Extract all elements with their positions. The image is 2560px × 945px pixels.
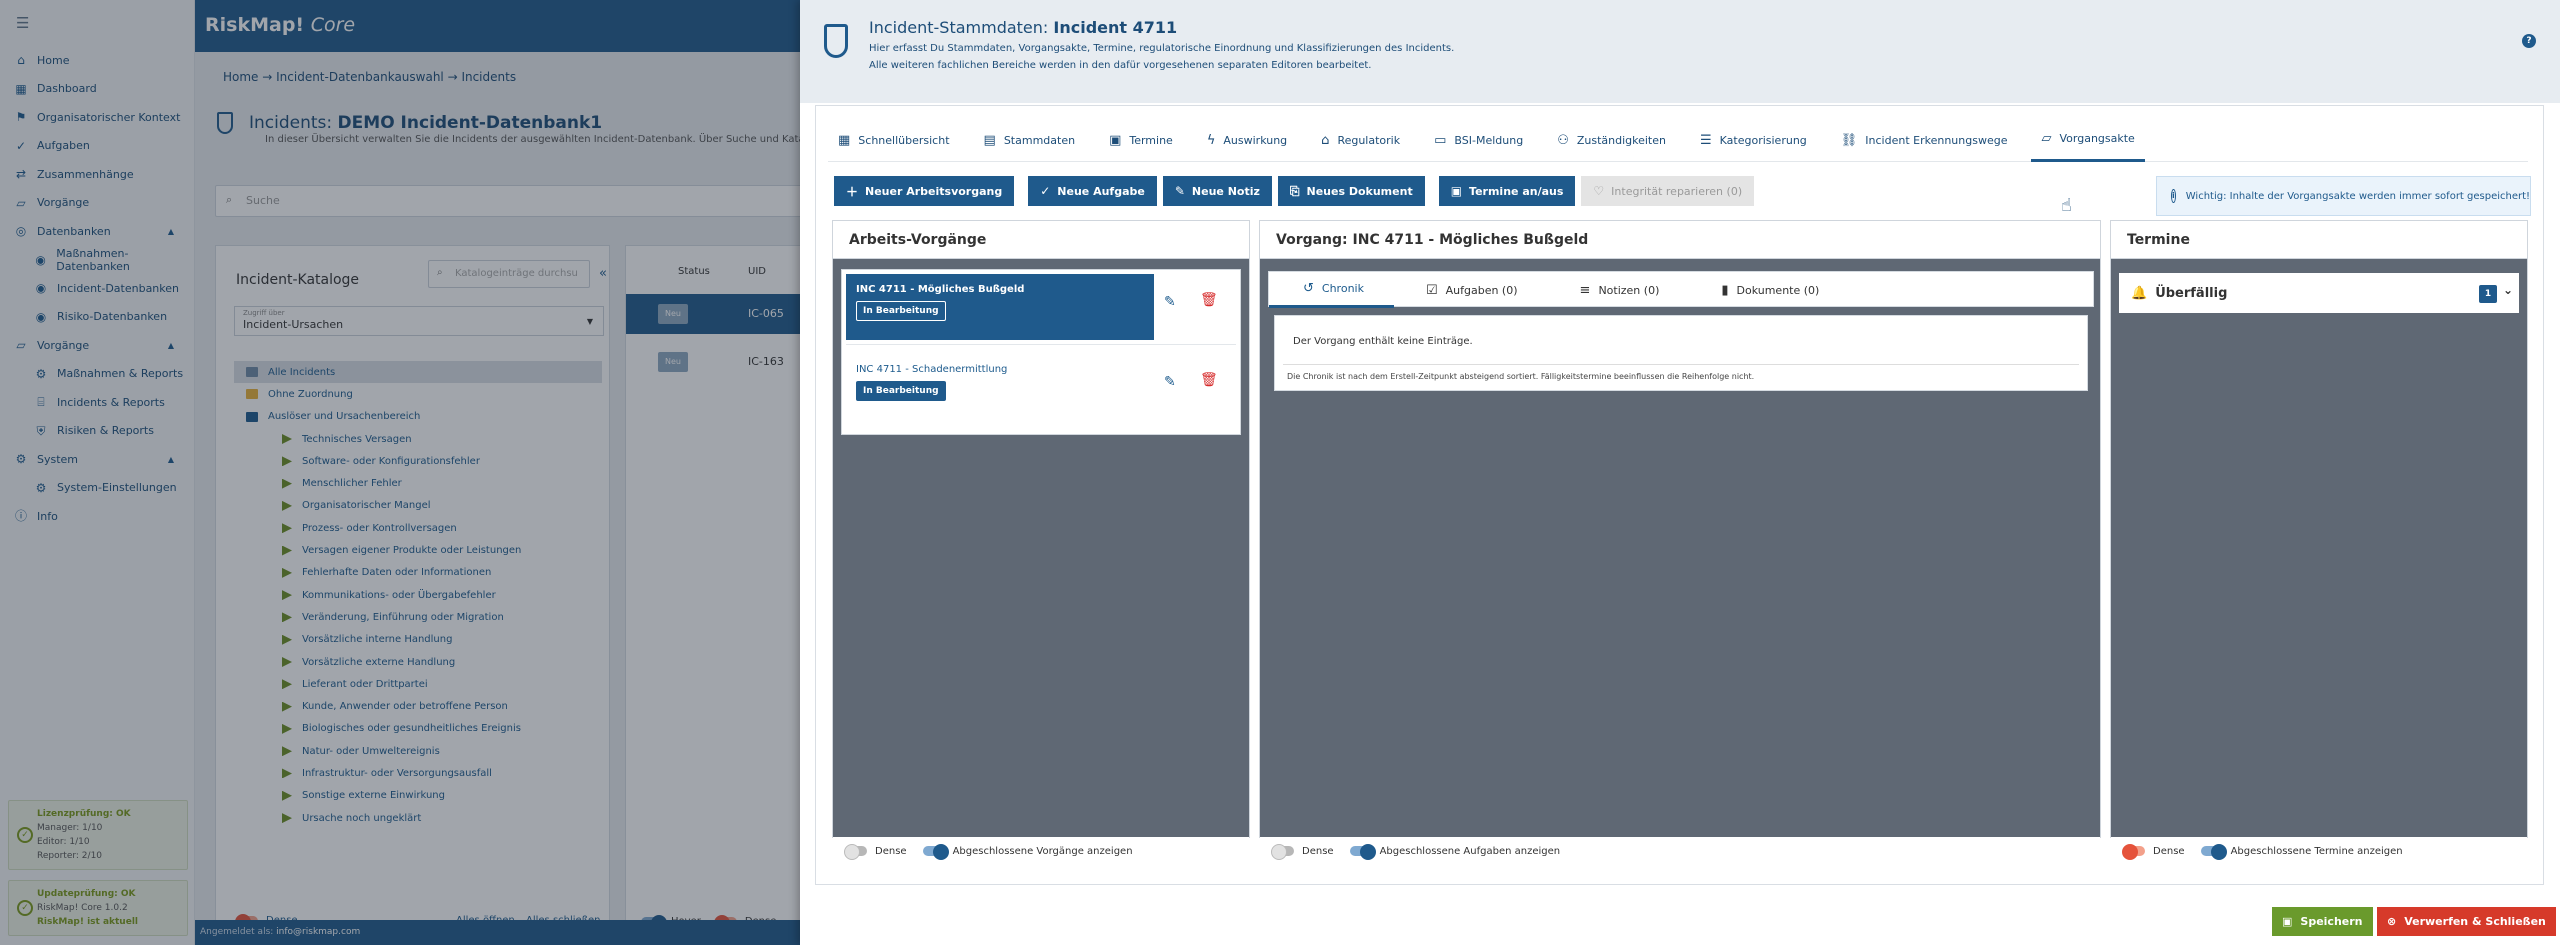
- empty-message: Der Vorgang enthält keine Einträge.: [1293, 336, 1473, 347]
- detail-tabs: ↺ Chronik ☑ Aufgaben (0) ≡ Notizen (0) ▮ Dokume…: [1268, 271, 2094, 308]
- bell-icon: 🔔: [2131, 285, 2148, 301]
- chronicle: Der Vorgang enthält keine Einträge. Die …: [1274, 315, 2088, 391]
- overview-icon: ▦: [838, 132, 851, 148]
- show-closed-tasks-toggle[interactable]: [1349, 844, 1376, 860]
- list-item[interactable]: INC 4711 - Schadenermittlung In Bearbeit…: [846, 354, 1154, 420]
- tab-stammdaten[interactable]: ▤ Stammdaten: [974, 118, 1086, 162]
- people-icon: ⚇: [1557, 132, 1569, 148]
- tab-bar: ▦ Schnellübersicht ▤ Stammdaten ▣ Termine ϟ Aus…: [828, 118, 2528, 162]
- info-banner: i Wichtig: Inhalte der Vorgangsakte werd…: [2156, 176, 2531, 216]
- report-icon: ▭: [1434, 132, 1447, 148]
- bank-icon: ⌂: [1321, 132, 1330, 148]
- appointments-panel-footer: Dense Abgeschlossene Termine anzeigen: [2111, 837, 2527, 865]
- tab-vorgangsakte[interactable]: ▱ Vorgangsakte: [2031, 118, 2145, 162]
- show-closed-tasks-label: Abgeschlossene Aufgaben anzeigen: [1379, 845, 1561, 857]
- overdue-label: Überfällig: [2155, 285, 2228, 301]
- subtab-aufgaben-0[interactable]: ☑ Aufgaben (0): [1394, 272, 1548, 308]
- history-icon: ↺: [1303, 281, 1314, 296]
- neue-notiz-button[interactable]: ✎ Neue Notiz: [1162, 176, 1272, 206]
- subtab-chronik[interactable]: ↺ Chronik: [1269, 272, 1394, 308]
- status-badge: In Bearbeitung: [856, 301, 946, 321]
- trash-icon[interactable]: 🗑: [1200, 372, 1218, 388]
- attachment-icon: ⎘: [1289, 183, 1300, 198]
- dense-toggle[interactable]: [2122, 844, 2145, 860]
- process-list: INC 4711 - Mögliches Bußgeld In Bearbeit…: [841, 269, 1241, 435]
- edit-icon[interactable]: ✎: [1164, 374, 1176, 390]
- checklist-icon: ☰: [1699, 132, 1712, 148]
- dense-label: Dense: [2153, 845, 2185, 857]
- modal-overlay[interactable]: [0, 0, 805, 945]
- show-closed-appointments-label: Abgeschlossene Termine anzeigen: [2230, 845, 2403, 857]
- subtab-notizen-0[interactable]: ≡ Notizen (0): [1548, 272, 1690, 308]
- hand-cursor-icon: ☝: [2061, 195, 2072, 216]
- dialog-header: Incident-Stammdaten: Incident 4711 Hier …: [800, 0, 2560, 103]
- appointments-panel: Termine 🔔 Überfällig 1 ⌄ Dense Abgeschlo…: [2110, 220, 2528, 865]
- incident-dialog: Incident-Stammdaten: Incident 4711 Hier …: [800, 0, 2560, 945]
- folder-icon: ▱: [2041, 131, 2052, 146]
- tab-incident-erkennungswege[interactable]: ⛓ Incident Erkennungswege: [1831, 118, 2018, 162]
- show-closed-processes-label: Abgeschlossene Vorgänge anzeigen: [952, 845, 1133, 857]
- tab-zuständigkeiten[interactable]: ⚇ Zuständigkeiten: [1547, 118, 1676, 162]
- network-icon: ⛓: [1840, 132, 1858, 148]
- show-closed-processes-toggle[interactable]: [922, 844, 949, 860]
- incident-icon: [824, 24, 848, 58]
- tab-kategorisierung[interactable]: ☰ Kategorisierung: [1690, 118, 1817, 162]
- discard-close-button[interactable]: ⊗ Verwerfen & Schließen: [2377, 907, 2556, 936]
- action-toolbar: ＋ Neuer Arbeitsvorgang ✓ Neue Aufgabe ✎ Neue …: [834, 176, 1760, 206]
- status-badge: In Bearbeitung: [856, 381, 946, 401]
- appointments-panel-title: Termine: [2111, 221, 2527, 259]
- integrität-reparieren-0-button: ♡ Integrität reparieren (0): [1581, 176, 1755, 206]
- dialog-title: Incident-Stammdaten: Incident 4711: [869, 18, 1178, 37]
- show-closed-appointments-toggle[interactable]: [2200, 844, 2227, 860]
- divider: [846, 344, 1236, 345]
- process-panel: Arbeits-Vorgänge INC 4711 - Mögliches Bu…: [832, 220, 1250, 865]
- neuer-arbeitsvorgang-button[interactable]: ＋ Neuer Arbeitsvorgang: [834, 176, 1015, 206]
- tab-auswirkung[interactable]: ϟ Auswirkung: [1197, 118, 1297, 162]
- calendar-icon: ▣: [1450, 184, 1463, 198]
- file-icon: ▮: [1721, 282, 1729, 298]
- info-icon: i: [2171, 189, 2176, 203]
- list-item[interactable]: INC 4711 - Mögliches Bußgeld In Bearbeit…: [846, 274, 1154, 340]
- save-button[interactable]: ▣ Speichern: [2272, 907, 2373, 936]
- new-note-icon: ✎: [1174, 184, 1185, 198]
- detail-panel-title: Vorgang: INC 4711 - Mögliches Bußgeld: [1260, 221, 2100, 259]
- lightning-icon: ϟ: [1206, 132, 1216, 148]
- new-process-icon: ＋: [846, 184, 859, 199]
- notes-icon: ≡: [1579, 282, 1591, 298]
- heart-icon: ♡: [1593, 184, 1605, 198]
- tab-regulatorik[interactable]: ⌂ Regulatorik: [1311, 118, 1410, 162]
- divider: [1283, 364, 2079, 365]
- detail-panel-footer: Dense Abgeschlossene Aufgaben anzeigen: [1260, 837, 2100, 865]
- dense-label: Dense: [1302, 845, 1334, 857]
- process-panel-title: Arbeits-Vorgänge: [833, 221, 1249, 259]
- neue-aufgabe-button[interactable]: ✓ Neue Aufgabe: [1028, 176, 1157, 206]
- dialog-card: ▦ Schnellübersicht ▤ Stammdaten ▣ Termine ϟ Aus…: [815, 105, 2544, 885]
- dense-toggle[interactable]: [844, 844, 867, 860]
- process-panel-footer: Dense Abgeschlossene Vorgänge anzeigen: [833, 837, 1249, 865]
- dense-toggle[interactable]: [1271, 844, 1294, 860]
- chevron-down-icon[interactable]: ⌄: [2503, 283, 2513, 297]
- overdue-count: 1: [2479, 285, 2497, 303]
- neues-dokument-button[interactable]: ⎘ Neues Dokument: [1277, 176, 1425, 206]
- tab-bsi-meldung[interactable]: ▭ BSI-Meldung: [1424, 118, 1533, 162]
- overdue-group[interactable]: 🔔 Überfällig 1 ⌄: [2119, 273, 2519, 313]
- dialog-subtitle: Hier erfasst Du Stammdaten, Vorgangsakte…: [869, 43, 1455, 71]
- tab-schnellübersicht[interactable]: ▦ Schnellübersicht: [828, 118, 960, 162]
- close-icon: ⊗: [2387, 915, 2397, 928]
- detail-panel: Vorgang: INC 4711 - Mögliches Bußgeld ↺ C…: [1259, 220, 2101, 865]
- save-icon: ▣: [2282, 915, 2293, 928]
- help-icon[interactable]: ?: [2522, 34, 2536, 48]
- edit-icon[interactable]: ✎: [1164, 294, 1176, 310]
- document-icon: ▤: [983, 132, 996, 148]
- termine-an-aus-button[interactable]: ▣ Termine an/aus: [1438, 176, 1576, 206]
- tab-termine[interactable]: ▣ Termine: [1099, 118, 1183, 162]
- calendar-icon: ▣: [1109, 132, 1122, 148]
- sort-note: Die Chronik ist nach dem Erstell-Zeitpun…: [1287, 372, 1755, 381]
- subtab-dokumente-0[interactable]: ▮ Dokumente (0): [1689, 272, 1849, 308]
- dense-label: Dense: [875, 845, 907, 857]
- trash-icon[interactable]: 🗑: [1200, 292, 1218, 308]
- new-task-icon: ✓: [1040, 184, 1051, 198]
- checklist-icon: ☑: [1425, 282, 1438, 298]
